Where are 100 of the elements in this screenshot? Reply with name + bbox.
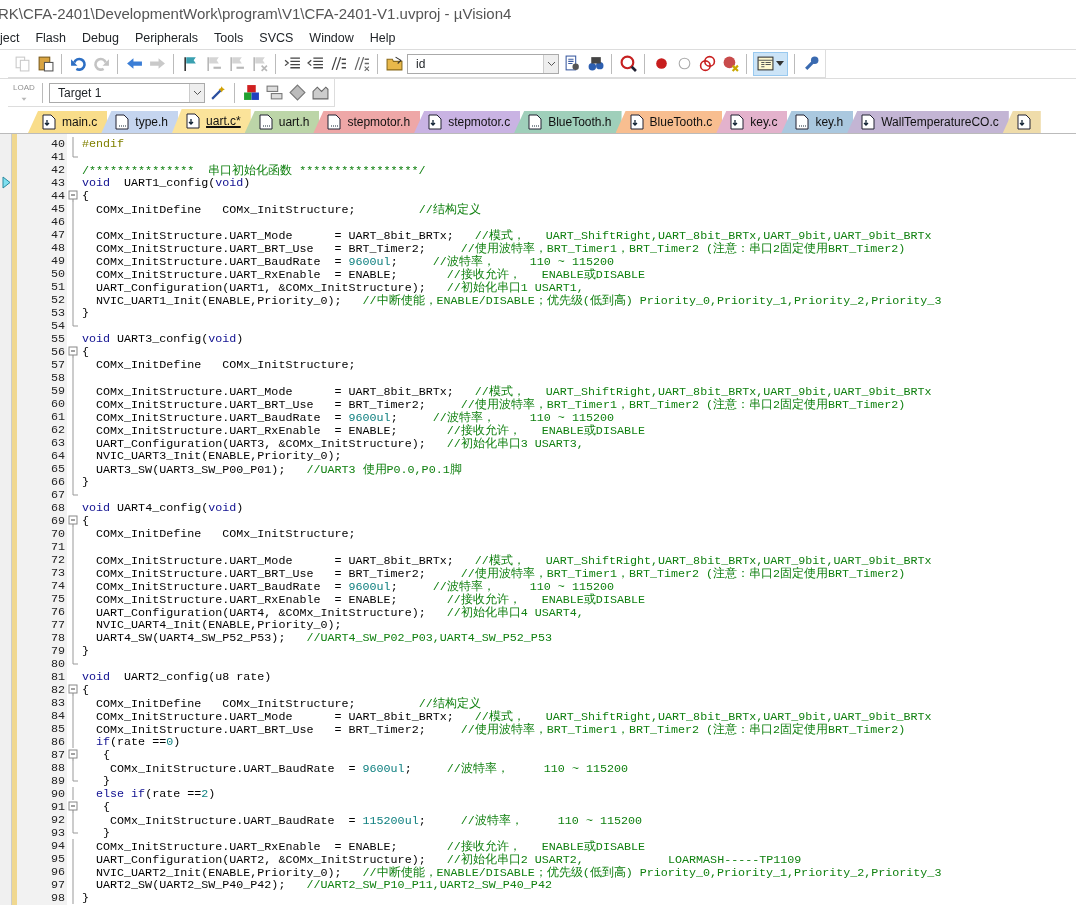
line-number: 53 bbox=[49, 306, 66, 319]
line-number: 45 bbox=[49, 202, 66, 215]
colored-blocks-icon[interactable] bbox=[242, 84, 260, 101]
uncomment-lines-icon[interactable] bbox=[352, 55, 370, 72]
menu-item[interactable]: Debug bbox=[74, 27, 127, 49]
collapse-icon[interactable] bbox=[68, 683, 79, 696]
code-line: #endif bbox=[81, 137, 125, 150]
line-number: 40 bbox=[49, 137, 66, 150]
collapse-icon[interactable] bbox=[68, 345, 79, 358]
line-number: 64 bbox=[49, 449, 66, 462]
file-tab[interactable]: WallTemperatureCO.c bbox=[847, 111, 1009, 133]
code-line: COMx_InitStructure.UART_BaudRate = 9600ul; //波特率， 110 ~ 115200 bbox=[109, 761, 628, 774]
menu-item[interactable]: SVCS bbox=[251, 27, 302, 49]
line-number: 58 bbox=[49, 371, 66, 384]
magic-wand-icon[interactable] bbox=[209, 84, 227, 101]
line-number: 78 bbox=[49, 631, 66, 644]
menu-item[interactable]: Tools bbox=[206, 27, 252, 49]
menu-item[interactable]: Help bbox=[361, 27, 404, 49]
file-tab[interactable]: uart.h bbox=[244, 111, 320, 133]
line-number: 56 bbox=[49, 345, 66, 358]
line-number: 79 bbox=[49, 644, 66, 657]
code-line: UART_Configuration(UART2, &COMx_InitStructure); //初始化串口2 USART2, LOARMASH-----TP1109 bbox=[95, 852, 802, 865]
line-number: 90 bbox=[49, 787, 66, 800]
line-number: 77 bbox=[49, 618, 66, 631]
collapse-icon[interactable] bbox=[68, 514, 79, 527]
file-icon bbox=[258, 114, 273, 130]
wrench-icon[interactable] bbox=[802, 55, 820, 72]
line-number: 95 bbox=[49, 852, 66, 865]
file-tab[interactable]: stepmotor.h bbox=[313, 111, 421, 133]
line-number: 44 bbox=[49, 189, 66, 202]
line-number: 96 bbox=[49, 865, 66, 878]
line-number: 68 bbox=[49, 501, 66, 514]
line-number: 49 bbox=[49, 254, 66, 267]
line-number: 76 bbox=[49, 605, 66, 618]
code-line: UART4_SW(UART4_SW_P52_P53); //UART4_SW_P02_P03,UART4_SW_P52_P53 bbox=[95, 631, 552, 644]
stacked-windows-icon[interactable] bbox=[265, 84, 283, 101]
menu-item[interactable]: Peripherals bbox=[126, 27, 207, 49]
diamond-icon[interactable] bbox=[288, 84, 306, 101]
find-file-icon[interactable] bbox=[563, 55, 581, 72]
code-line: void UART4_config(void) bbox=[81, 501, 244, 514]
code-line: { bbox=[81, 189, 89, 202]
window-layout-button[interactable] bbox=[753, 51, 788, 76]
line-number: 66 bbox=[49, 475, 66, 488]
code-line: COMx_InitDefine COMx_InitStructure; bbox=[95, 527, 356, 540]
books-icon[interactable] bbox=[311, 84, 329, 101]
collapse-icon[interactable] bbox=[68, 800, 79, 813]
menu-item[interactable]: Flash bbox=[27, 27, 75, 49]
find-combo-box[interactable]: id bbox=[407, 53, 559, 74]
line-number: 92 bbox=[49, 813, 66, 826]
code-line: UART_Configuration(UART1, &COMx_InitStructure); //初始化串口1 USART1, bbox=[95, 280, 584, 293]
file-tab[interactable]: key.c bbox=[716, 111, 788, 133]
target-dropdown[interactable]: Target 1 bbox=[49, 82, 205, 103]
file-tab[interactable]: stepmotor.c bbox=[414, 111, 521, 133]
line-number: 94 bbox=[49, 839, 66, 852]
debug-magnifier-icon[interactable] bbox=[619, 55, 637, 72]
binoculars-icon[interactable] bbox=[586, 55, 604, 72]
code-line: } bbox=[102, 826, 111, 839]
file-tab[interactable]: BlueTooth.c bbox=[615, 111, 723, 133]
code-line: COMx_InitDefine COMx_InitStructure; //结构定义 bbox=[95, 202, 481, 215]
comment-lines-icon[interactable] bbox=[329, 55, 347, 72]
code-line: COMx_InitStructure.UART_RxEnable = ENABLE; //接收允许， ENABLE或DISABLE bbox=[95, 592, 645, 605]
collapse-icon[interactable] bbox=[68, 189, 79, 202]
paste-icon[interactable] bbox=[36, 55, 54, 72]
flag-icon[interactable] bbox=[181, 55, 199, 72]
folder-icon[interactable] bbox=[385, 55, 403, 72]
line-number: 63 bbox=[49, 436, 66, 449]
code-line: if(rate ==0) bbox=[95, 735, 181, 748]
breakpoint-clear-icon[interactable] bbox=[721, 55, 739, 72]
code-line: COMx_InitStructure.UART_BaudRate = 9600ul; //波特率， 110 ~ 115200 bbox=[95, 579, 614, 592]
file-tab[interactable]: BlueTooth.h bbox=[514, 111, 622, 133]
menu-item[interactable]: ject bbox=[0, 27, 28, 49]
file-tab[interactable]: uart.c* bbox=[172, 109, 251, 133]
line-number: 54 bbox=[49, 319, 66, 332]
code-line: { bbox=[81, 514, 89, 527]
code-line: } bbox=[81, 644, 89, 657]
file-tab[interactable]: key.h bbox=[781, 111, 854, 133]
code-line: COMx_InitStructure.UART_RxEnable = ENABLE; //接收允许， ENABLE或DISABLE bbox=[95, 267, 645, 280]
file-tab[interactable]: main.c bbox=[28, 111, 108, 133]
line-number: 57 bbox=[49, 358, 66, 371]
line-number: 51 bbox=[49, 280, 66, 293]
line-number: 85 bbox=[49, 722, 66, 735]
code-line: NVIC_UART4_Init(ENABLE,Priority_0); bbox=[95, 618, 342, 631]
file-tab[interactable]: type.h bbox=[101, 111, 179, 133]
code-line: COMx_InitStructure.UART_BaudRate = 115200ul; //波特率， 110 ~ 115200 bbox=[109, 813, 642, 826]
line-number: 65 bbox=[49, 462, 66, 475]
line-number: 75 bbox=[49, 592, 66, 605]
caret-icon[interactable] bbox=[776, 61, 784, 66]
line-number: 74 bbox=[49, 579, 66, 592]
line-number: 98 bbox=[49, 891, 66, 904]
menu-item[interactable]: Window bbox=[301, 27, 362, 49]
file-icon bbox=[528, 114, 543, 130]
undo-icon[interactable] bbox=[69, 55, 87, 72]
collapse-icon[interactable] bbox=[68, 748, 79, 761]
code-line: void UART1_config(void) bbox=[81, 176, 251, 189]
line-number: 87 bbox=[49, 748, 66, 761]
line-number: 61 bbox=[49, 410, 66, 423]
double-circle-icon[interactable] bbox=[698, 55, 716, 72]
line-number: 41 bbox=[49, 150, 66, 163]
line-number: 69 bbox=[49, 514, 66, 527]
file-icon bbox=[730, 114, 745, 130]
